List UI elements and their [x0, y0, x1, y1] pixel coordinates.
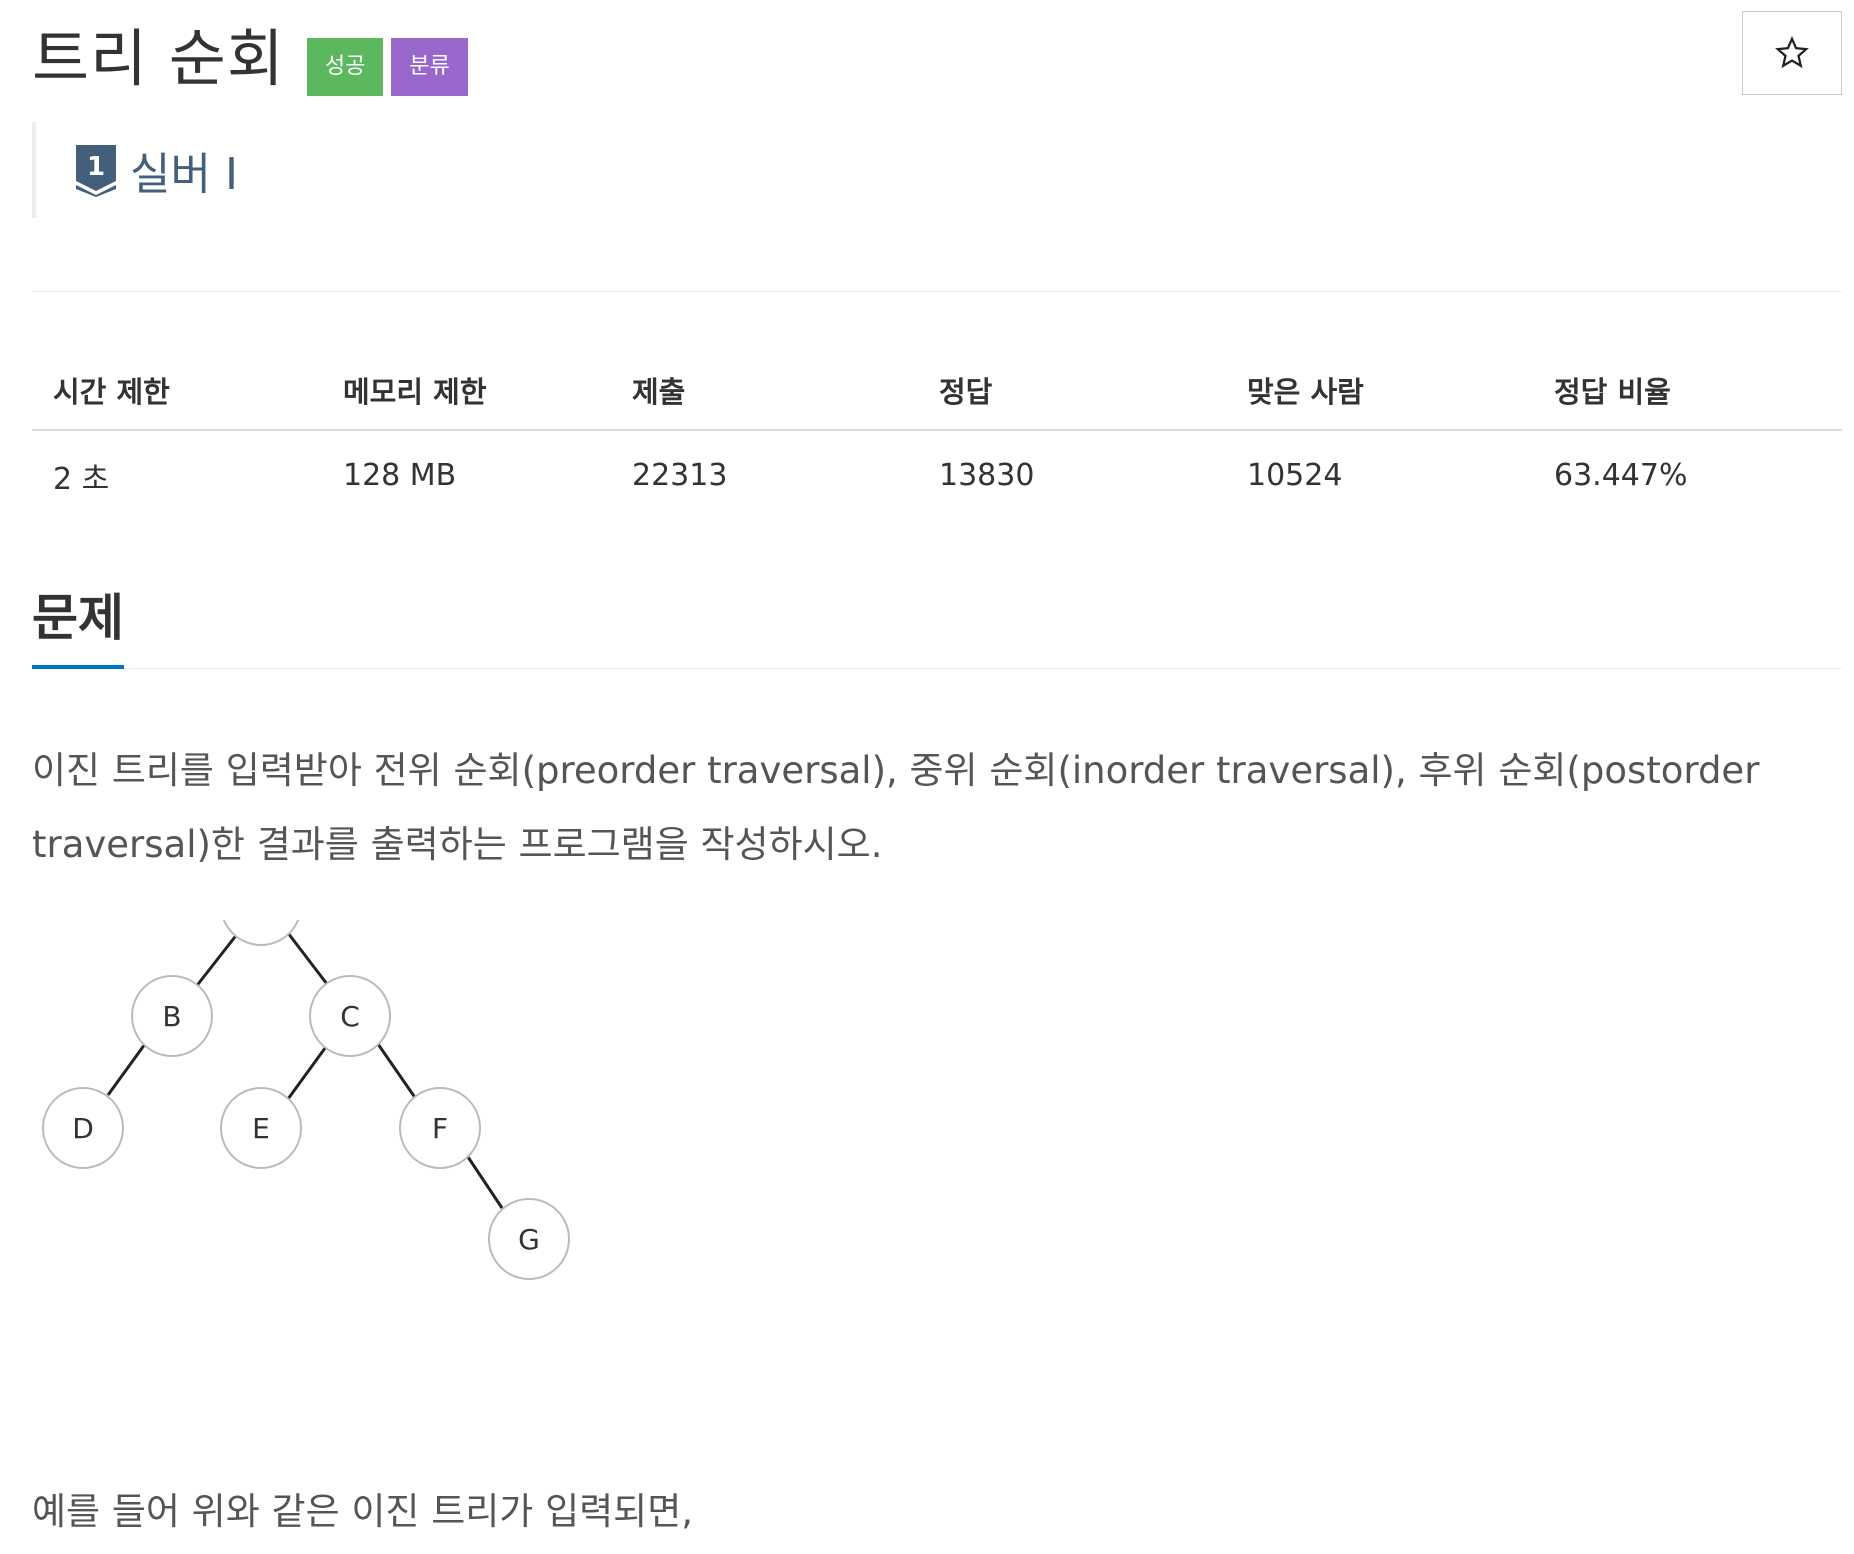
tree-node-label: D — [72, 1112, 94, 1145]
tree-nodes: A B C D E F G — [42, 920, 570, 1280]
tree-edge — [286, 932, 332, 989]
header-accepted: 정답 — [918, 350, 1226, 431]
category-badge[interactable]: 분류 — [391, 38, 468, 96]
tree-node-g: G — [488, 1198, 570, 1280]
tree-node-d: D — [42, 1087, 124, 1169]
table-row: 2 초 128 MB 22313 13830 10524 63.447% — [32, 430, 1842, 520]
example-intro: 예를 들어 위와 같은 이진 트리가 입력되면, — [32, 1490, 694, 1533]
tier-box: 1 실버 I — [32, 122, 238, 218]
tree-node-f: F — [399, 1087, 481, 1169]
tree-node-c: C — [309, 975, 391, 1057]
tree-node-label: E — [252, 1112, 270, 1145]
tree-edge — [193, 932, 240, 989]
star-button[interactable] — [1742, 11, 1842, 95]
tree-node-label: B — [162, 1000, 181, 1033]
silver-tier-shield-icon: 1 — [76, 145, 116, 197]
tree-node-e: E — [220, 1087, 302, 1169]
header-solved-users: 맞은 사람 — [1226, 350, 1533, 431]
table-header-row: 시간 제한 메모리 제한 제출 정답 맞은 사람 정답 비율 — [32, 350, 1842, 431]
tree-edge — [466, 1156, 504, 1209]
tier-label[interactable]: 실버 I — [130, 138, 238, 202]
accepted-value: 13830 — [939, 458, 1035, 493]
header-memory-limit: 메모리 제한 — [322, 350, 611, 431]
success-badge[interactable]: 성공 — [306, 38, 384, 96]
header-submissions: 제출 — [611, 350, 918, 431]
header-accept-ratio: 정답 비율 — [1533, 350, 1842, 431]
submissions-value: 22313 — [632, 458, 728, 493]
tree-node-label: C — [340, 1000, 360, 1033]
header-time-limit: 시간 제한 — [32, 350, 322, 431]
tree-edge — [106, 1043, 147, 1096]
accept-ratio-value: 63.447% — [1554, 458, 1688, 493]
tree-node-label: F — [432, 1112, 448, 1145]
tree-node-label: G — [518, 1223, 540, 1256]
problem-description: 이진 트리를 입력받아 전위 순회(preorder traversal), 중… — [32, 749, 1760, 866]
star-outline-icon — [1775, 36, 1809, 69]
tier-number: 1 — [87, 152, 105, 182]
tree-node-label: A — [251, 920, 270, 922]
problem-info-table: 시간 제한 메모리 제한 제출 정답 맞은 사람 정답 비율 2 초 128 M… — [32, 350, 1842, 520]
solved-users-value: 10524 — [1247, 458, 1343, 493]
problem-section-header: 문제 — [32, 575, 1842, 669]
section-title: 문제 — [32, 583, 124, 669]
page-title: 트리 순회 — [32, 22, 285, 95]
binary-tree-figure: A B C D E F G — [42, 920, 570, 1280]
divider — [32, 291, 1842, 292]
tree-edge — [376, 1043, 418, 1100]
title-row: 트리 순회 성공 분류 — [32, 14, 468, 104]
memory-limit-value: 128 MB — [343, 458, 457, 493]
tree-node-b: B — [131, 975, 213, 1057]
tree-edge — [286, 1043, 330, 1100]
time-limit-value: 2 초 — [53, 461, 110, 497]
